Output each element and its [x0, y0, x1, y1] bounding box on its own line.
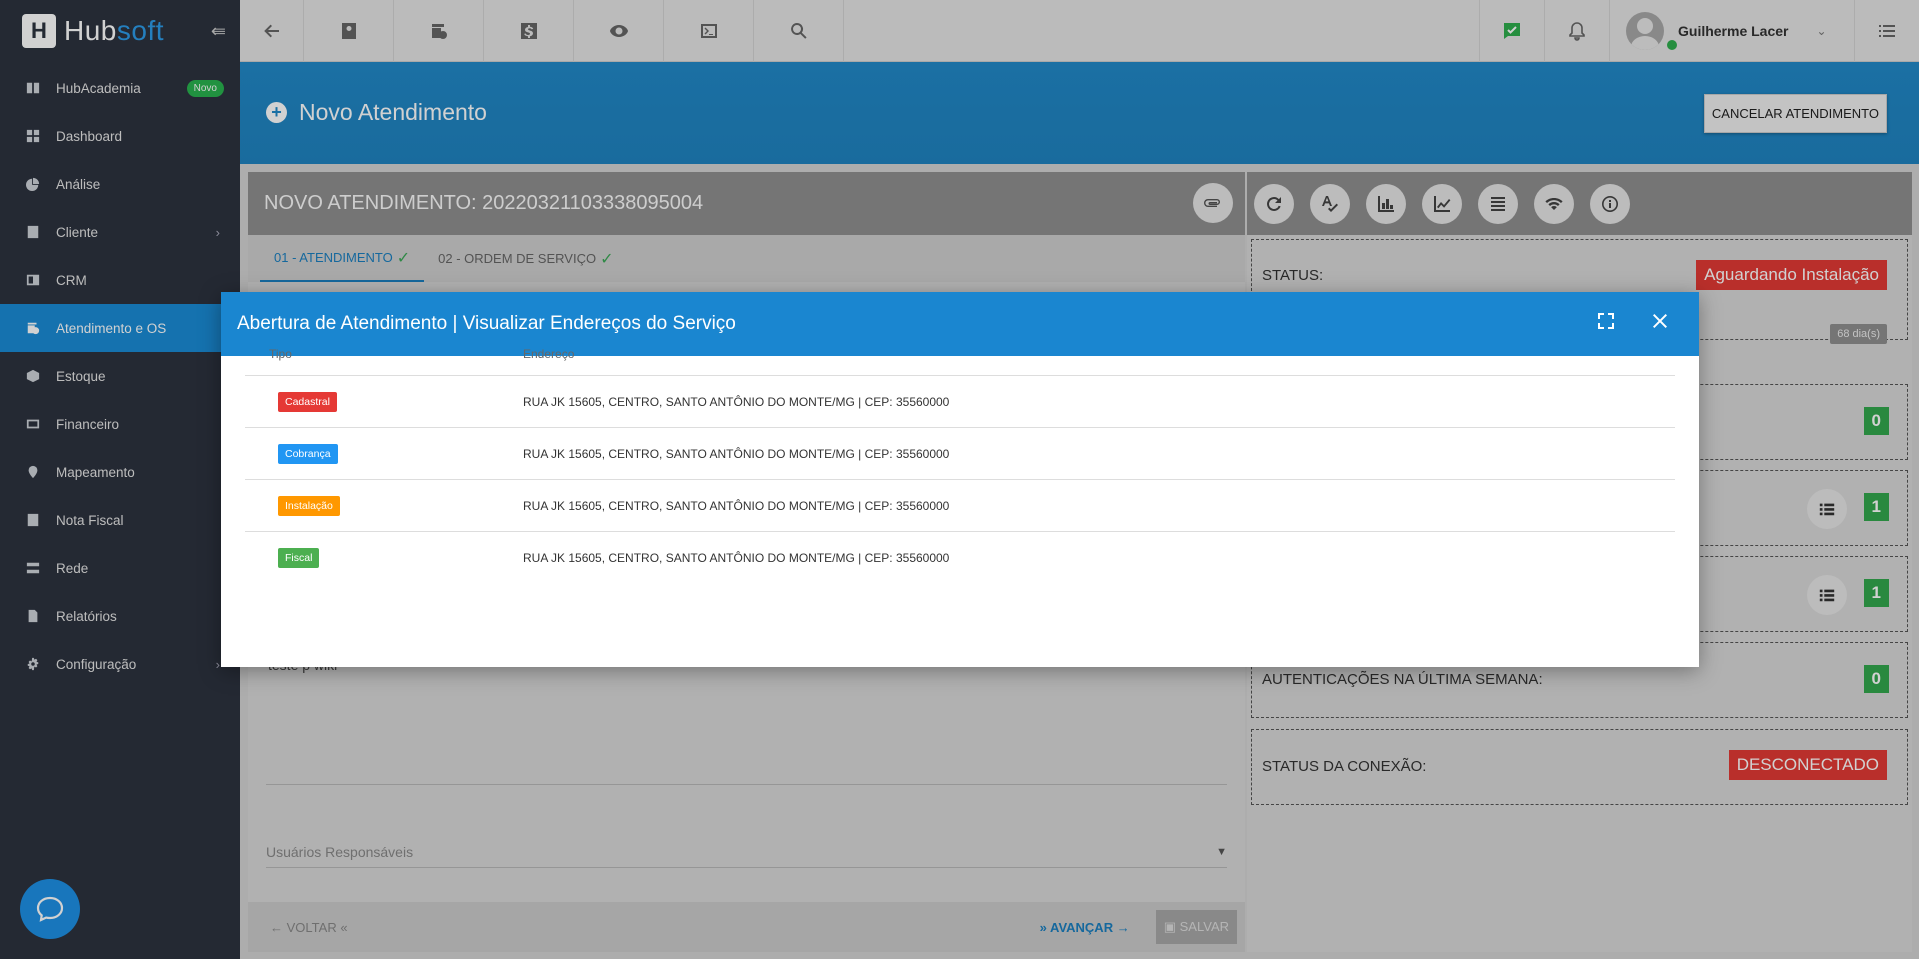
- tipo-tag-cadastral: Cadastral: [278, 391, 337, 412]
- endereco-cell: RUA JK 15605, CENTRO, SANTO ANTÔNIO DO M…: [523, 446, 950, 461]
- endereco-cell: RUA JK 15605, CENTRO, SANTO ANTÔNIO DO M…: [523, 551, 950, 565]
- table-row: Fiscal RUA JK 15605, CENTRO, SANTO ANTÔN…: [245, 532, 1675, 584]
- tipo-cell: Instalação: [245, 495, 523, 516]
- tipo-cell: Fiscal: [245, 548, 523, 568]
- endereco-cell: RUA JK 15605, CENTRO, SANTO ANTÔNIO DO M…: [523, 394, 950, 409]
- tipo-tag-instalacao: Instalação: [278, 495, 340, 516]
- tipo-tag-cobranca: Cobrança: [278, 443, 338, 464]
- tipo-cell: Cadastral: [245, 391, 523, 412]
- column-header-tipo: Tipo: [269, 346, 292, 361]
- addresses-table: Tipo Endereço Cadastral RUA JK 15605, CE…: [245, 332, 1675, 584]
- tipo-tag-fiscal: Fiscal: [278, 548, 320, 568]
- table-row: Cadastral RUA JK 15605, CENTRO, SANTO AN…: [245, 376, 1675, 428]
- table-header: Tipo Endereço: [245, 332, 1675, 376]
- close-icon: [1653, 314, 1667, 328]
- tipo-cell: Cobrança: [245, 443, 523, 464]
- table-row: Cobrança RUA JK 15605, CENTRO, SANTO ANT…: [245, 428, 1675, 480]
- endereco-cell: RUA JK 15605, CENTRO, SANTO ANTÔNIO DO M…: [523, 498, 950, 513]
- table-row: Instalação RUA JK 15605, CENTRO, SANTO A…: [245, 480, 1675, 532]
- addresses-modal: Abertura de Atendimento | Visualizar End…: [221, 292, 1699, 667]
- column-header-endereco: Endereço: [523, 346, 575, 361]
- fullscreen-icon: [1598, 313, 1614, 329]
